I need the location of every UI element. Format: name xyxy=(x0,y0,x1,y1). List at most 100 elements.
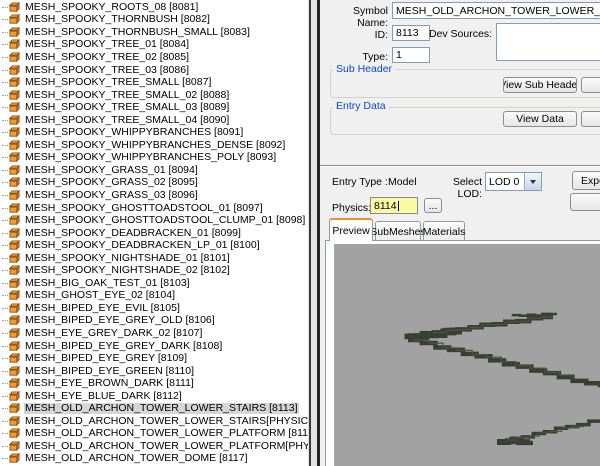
tree-item-label: MESH_SPOOKY_GHOSTTOADSTOOL_01 [8097] xyxy=(24,203,264,214)
tree-item[interactable]: MESH_SPOOKY_TREE_01 [8084] xyxy=(0,39,308,52)
tab-materials[interactable]: Materials xyxy=(423,221,465,241)
tree-item-label: MESH_SPOOKY_THORNBUSH [8082] xyxy=(24,14,211,25)
tree-connector xyxy=(2,383,8,384)
mesh-cube-icon xyxy=(9,441,20,452)
mesh-cube-icon xyxy=(9,177,20,188)
mesh-cube-icon xyxy=(9,14,20,25)
chevron-down-icon[interactable] xyxy=(524,173,541,190)
splitter-line xyxy=(309,0,311,466)
tree-item[interactable]: MESH_EYE_GREY_DARK_02 [8107] xyxy=(0,327,308,340)
tree-connector xyxy=(2,371,8,372)
tree-item-label: MESH_OLD_ARCHON_TOWER_LOWER_PLATFORM [81… xyxy=(24,428,308,439)
mesh-cube-icon xyxy=(9,391,20,402)
view-sub-header-button[interactable]: View Sub Header xyxy=(503,77,577,93)
tree-connector xyxy=(2,258,8,259)
tree-item-label: MESH_SPOOKY_GHOSTTOADSTOOL_CLUMP_01 [809… xyxy=(24,215,306,226)
tree-connector xyxy=(2,333,8,334)
tree-item[interactable]: MESH_SPOOKY_GRASS_01 [8094] xyxy=(0,164,308,177)
tree-item[interactable]: MESH_OLD_ARCHON_TOWER_LOWER_PLATFORM [81… xyxy=(0,428,308,441)
id-input[interactable] xyxy=(392,25,430,41)
lower-partial-button[interactable] xyxy=(570,193,600,211)
mesh-cube-icon xyxy=(9,303,20,314)
mesh-tree-panel[interactable]: MESH_SPOOKY_ROOTS_08 [8081] MESH_SPOOKY_… xyxy=(0,0,308,466)
view-data-button[interactable]: View Data xyxy=(503,111,577,127)
tree-item[interactable]: MESH_SPOOKY_DEADBRACKEN_01 [8099] xyxy=(0,227,308,240)
tree-item[interactable]: MESH_EYE_BROWN_DARK [8111] xyxy=(0,377,308,390)
tree-item[interactable]: MESH_BIPED_EYE_EVIL [8105] xyxy=(0,302,308,315)
tree-connector xyxy=(2,245,8,246)
app-window: MESH_SPOOKY_ROOTS_08 [8081] MESH_SPOOKY_… xyxy=(0,0,600,466)
tree-item[interactable]: MESH_BIPED_EYE_GREY_OLD [8106] xyxy=(0,315,308,328)
tree-item-label: MESH_BIPED_EYE_GREEN [8110] xyxy=(24,366,195,377)
tree-item[interactable]: MESH_GHOST_EYE_02 [8104] xyxy=(0,290,308,303)
details-panel: Symbol Name: ID: Dev Sources: Type: Sub … xyxy=(320,0,600,466)
tree-item[interactable]: MESH_OLD_ARCHON_TOWER_LOWER_PLATFORM[PHY… xyxy=(0,440,308,453)
tree-item[interactable]: MESH_SPOOKY_NIGHTSHADE_02 [8102] xyxy=(0,264,308,277)
stairs-render-path xyxy=(497,441,530,442)
preview-viewport[interactable] xyxy=(334,244,600,466)
tree-item-label: MESH_GHOST_EYE_02 [8104] xyxy=(24,290,176,301)
tree-item-label: MESH_SPOOKY_GRASS_02 [8095] xyxy=(24,177,199,188)
tree-connector xyxy=(2,132,8,133)
tree-item[interactable]: MESH_OLD_ARCHON_TOWER_LOWER_STAIRS [8113… xyxy=(0,403,308,416)
tree-connector xyxy=(2,32,8,33)
export-button[interactable]: Export xyxy=(572,171,600,190)
tree-item[interactable]: MESH_BIG_OAK_TEST_01 [8103] xyxy=(0,277,308,290)
tree-item[interactable]: MESH_OLD_ARCHON_TOWER_LOWER_STAIRS[PHYSI… xyxy=(0,415,308,428)
tree-item[interactable]: MESH_SPOOKY_GRASS_02 [8095] xyxy=(0,177,308,190)
tree-item[interactable]: MESH_SPOOKY_WHIPPYBRANCHES_DENSE [8092] xyxy=(0,139,308,152)
tree-item[interactable]: MESH_SPOOKY_TREE_02 [8085] xyxy=(0,51,308,64)
tree-item[interactable]: MESH_SPOOKY_DEADBRACKEN_LP_01 [8100] xyxy=(0,239,308,252)
tab-preview[interactable]: Preview xyxy=(329,218,373,241)
tree-item[interactable]: MESH_SPOOKY_TREE_SMALL_04 [8090] xyxy=(0,114,308,127)
tab-submeshes[interactable]: SubMeshes xyxy=(375,221,421,241)
sub-header-group-label: Sub Header xyxy=(333,63,395,75)
entry-data-partial-button[interactable] xyxy=(581,111,600,127)
tree-item[interactable]: MESH_OLD_ARCHON_TOWER_DOME [8117] xyxy=(0,453,308,466)
tree-item[interactable]: MESH_EYE_BLUE_DARK [8112] xyxy=(0,390,308,403)
tree-item[interactable]: MESH_BIPED_EYE_GREY_DARK [8108] xyxy=(0,340,308,353)
tree-item[interactable]: MESH_SPOOKY_TREE_SMALL_03 [8089] xyxy=(0,101,308,114)
tree-item[interactable]: MESH_BIPED_EYE_GREY [8109] xyxy=(0,352,308,365)
tree-connector xyxy=(2,295,8,296)
tree-item[interactable]: MESH_SPOOKY_ROOTS_08 [8081] xyxy=(0,1,308,14)
tree-item[interactable]: MESH_SPOOKY_GHOSTTOADSTOOL_01 [8097] xyxy=(0,202,308,215)
entry-type-label: Entry Type : xyxy=(332,176,392,188)
stairs-3d-render xyxy=(334,244,600,466)
sub-header-partial-button[interactable] xyxy=(581,77,600,93)
mesh-cube-icon xyxy=(9,39,20,50)
physics-value: 8114 xyxy=(374,200,397,212)
tree-item[interactable]: MESH_SPOOKY_GRASS_03 [8096] xyxy=(0,189,308,202)
physics-browse-button[interactable]: ... xyxy=(424,198,442,213)
tree-connector xyxy=(2,358,8,359)
tree-item-label: MESH_SPOOKY_GRASS_03 [8096] xyxy=(24,190,199,201)
tree-item[interactable]: MESH_SPOOKY_THORNBUSH_SMALL [8083] xyxy=(0,26,308,39)
tree-item[interactable]: MESH_SPOOKY_TREE_SMALL_02 [8088] xyxy=(0,89,308,102)
mesh-cube-icon xyxy=(9,2,20,13)
tree-item[interactable]: MESH_BIPED_EYE_GREEN [8110] xyxy=(0,365,308,378)
tree-item-label: MESH_EYE_GREY_DARK_02 [8107] xyxy=(24,328,203,339)
tree-item-label: MESH_SPOOKY_WHIPPYBRANCHES_DENSE [8092] xyxy=(24,140,286,151)
tree-item[interactable]: MESH_SPOOKY_THORNBUSH [8082] xyxy=(0,14,308,27)
symbol-name-input[interactable] xyxy=(392,2,600,19)
tree-item[interactable]: MESH_SPOOKY_TREE_SMALL [8087] xyxy=(0,76,308,89)
tree-item-label: MESH_SPOOKY_TREE_SMALL_02 [8088] xyxy=(24,90,230,101)
dev-sources-field[interactable] xyxy=(496,23,600,61)
tree-item[interactable]: MESH_SPOOKY_TREE_03 [8086] xyxy=(0,64,308,77)
mesh-cube-icon xyxy=(9,140,20,151)
tree-connector xyxy=(2,57,8,58)
lod-select[interactable]: LOD 0 xyxy=(485,172,542,191)
tree-connector xyxy=(2,157,8,158)
physics-input[interactable]: 8114 xyxy=(370,197,418,214)
tree-connector xyxy=(2,421,8,422)
type-input[interactable] xyxy=(392,47,430,63)
mesh-cube-icon xyxy=(9,203,20,214)
mesh-cube-icon xyxy=(9,290,20,301)
tree-item[interactable]: MESH_SPOOKY_GHOSTTOADSTOOL_CLUMP_01 [809… xyxy=(0,214,308,227)
tree-connector xyxy=(2,458,8,459)
tree-item[interactable]: MESH_SPOOKY_NIGHTSHADE_01 [8101] xyxy=(0,252,308,265)
panel-splitter[interactable] xyxy=(308,0,320,466)
tree-item[interactable]: MESH_SPOOKY_WHIPPYBRANCHES_POLY [8093] xyxy=(0,152,308,165)
tree-connector xyxy=(2,446,8,447)
tree-item[interactable]: MESH_SPOOKY_WHIPPYBRANCHES [8091] xyxy=(0,126,308,139)
